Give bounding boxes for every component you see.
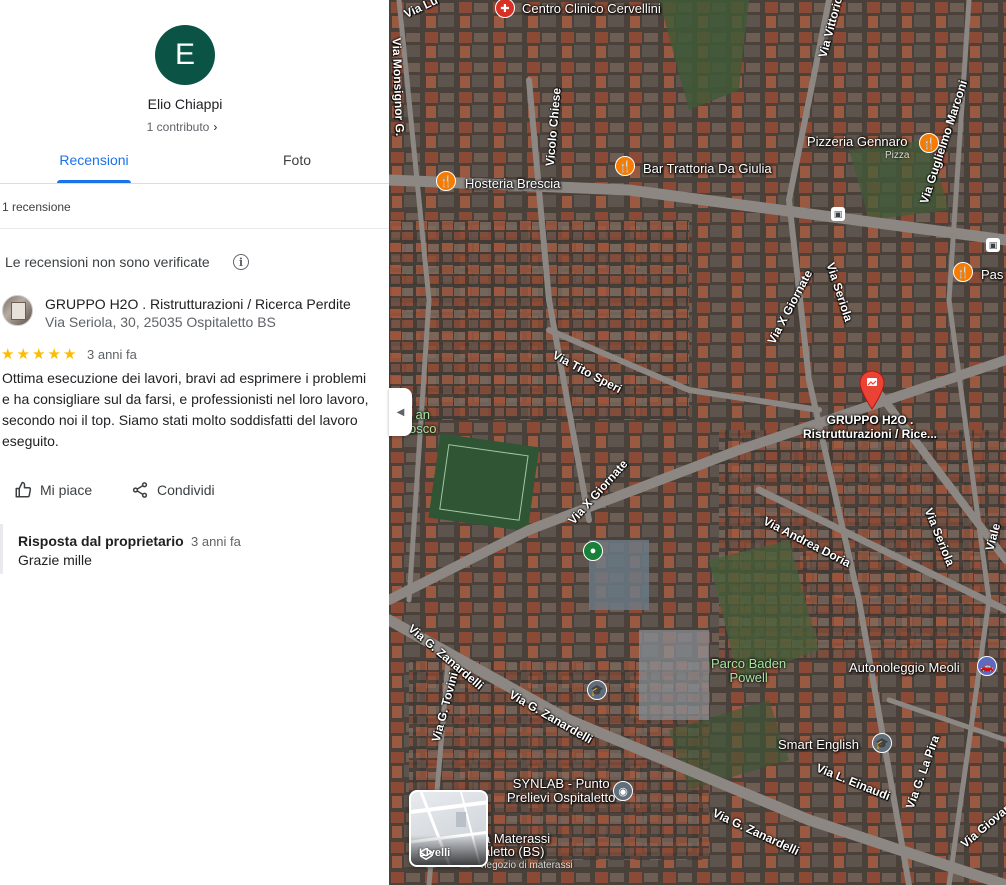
poi-label[interactable]: Hosteria Brescia: [465, 176, 560, 191]
selected-place-pin-icon[interactable]: [859, 370, 885, 410]
contributions-link[interactable]: 1 contributo ›: [0, 120, 364, 134]
star-icon: ★: [1, 346, 15, 363]
park-label-line: osco: [409, 421, 437, 436]
layers-icon: [419, 848, 433, 860]
star-icon: ★: [32, 346, 46, 363]
restaurant-marker[interactable]: 🍴: [615, 156, 635, 176]
park-label: an osco: [409, 408, 436, 436]
car-rental-marker[interactable]: 🚗: [977, 656, 997, 676]
share-label: Condividi: [157, 482, 215, 498]
poi-label-line: aletto (BS): [483, 844, 545, 859]
selected-place-label[interactable]: GRUPPO H2O . Ristrutturazioni / Rice...: [790, 413, 950, 441]
active-tab-indicator: [57, 180, 131, 183]
review-text: Ottima esecuzione dei lavori, bravi ad e…: [2, 370, 369, 449]
star-icon: ★: [16, 346, 30, 363]
park-label-line: Powell: [729, 670, 768, 685]
tab-reviews[interactable]: Recensioni: [57, 152, 131, 168]
chevron-left-icon: ◀: [396, 406, 405, 418]
like-button[interactable]: Mi piace: [14, 481, 92, 499]
poi-label[interactable]: Smart English: [778, 737, 859, 752]
bus-stop-icon[interactable]: ▣: [831, 207, 845, 221]
satellite-map: [389, 0, 1006, 885]
tab-photos[interactable]: Foto: [262, 152, 332, 168]
info-icon[interactable]: i: [233, 254, 249, 270]
place-marker[interactable]: ●: [583, 541, 603, 561]
restaurant-marker[interactable]: 🍴: [436, 171, 456, 191]
map-view[interactable]: Via Lu Via Monsignor G. Vicolo Chiese Vi…: [389, 0, 1006, 885]
divider: [0, 228, 389, 229]
poi-label[interactable]: Pizzeria Gennaro: [807, 134, 907, 149]
chevron-right-icon: ›: [213, 120, 218, 134]
place-thumbnail[interactable]: [2, 295, 33, 326]
poi-label[interactable]: Autonoleggio Meoli: [849, 660, 960, 675]
poi-category: negozio di materassi: [481, 860, 573, 871]
place-name[interactable]: GRUPPO H2O . Ristrutturazioni / Ricerca …: [45, 296, 351, 312]
restaurant-marker[interactable]: 🍴: [953, 262, 973, 282]
owner-reply-text: Grazie mille: [18, 552, 92, 568]
unverified-notice: Le recensioni non sono verificate: [5, 254, 210, 270]
poi-label[interactable]: Centro Clinico Cervellini: [522, 1, 661, 16]
poi-label[interactable]: Pas: [981, 267, 1003, 282]
poi-label-line: Prelievi Ospitaletto: [507, 790, 616, 805]
star-icon: ★: [47, 346, 61, 363]
bus-stop-icon[interactable]: ▣: [986, 238, 1000, 252]
poi-label[interactable]: Bar Trattoria Da Giulia: [643, 161, 772, 176]
owner-reply-title: Risposta dal proprietario: [18, 533, 184, 549]
review-count: 1 recensione: [2, 200, 71, 214]
contributions-count: 1 contributo: [146, 120, 210, 134]
review-age: 3 anni fa: [87, 347, 137, 362]
star-icon: ★: [63, 346, 77, 363]
user-name: Elio Chiappi: [147, 96, 223, 112]
lab-marker[interactable]: ◉: [613, 781, 633, 801]
share-button[interactable]: Condividi: [131, 481, 215, 499]
school-marker[interactable]: 🎓: [872, 733, 892, 753]
selected-place-label-line: Ristrutturazioni / Rice...: [802, 427, 937, 441]
star-rating: ★ ★ ★ ★ ★: [1, 345, 79, 363]
thumbs-up-icon: [15, 481, 32, 498]
selected-place-label-line: GRUPPO H2O .: [826, 413, 914, 427]
poi-category: Pizza: [885, 150, 910, 161]
place-address: Via Seriola, 30, 25035 Ospitaletto BS: [45, 314, 276, 330]
park-label[interactable]: Parco Baden Powell: [711, 657, 786, 685]
park-label-line: an: [415, 407, 430, 422]
restaurant-marker[interactable]: 🍴: [919, 133, 939, 153]
like-label: Mi piace: [40, 482, 93, 498]
poi-label-line: SYNLAB - Punto: [512, 776, 610, 791]
tab-bar: Recensioni Foto: [0, 140, 389, 184]
school-marker[interactable]: 🎓: [587, 680, 607, 700]
collapse-panel-button[interactable]: ◀: [389, 388, 412, 436]
share-icon: [132, 482, 148, 498]
poi-label[interactable]: SYNLAB - Punto Prelievi Ospitaletto: [507, 777, 615, 805]
side-panel: E Elio Chiappi 1 contributo › Recensioni …: [0, 0, 389, 885]
avatar[interactable]: E: [155, 25, 215, 85]
poi-label[interactable]: a Materassi aletto (BS): [483, 832, 550, 858]
layers-label: Livelli: [419, 847, 450, 860]
owner-reply-age: 3 anni fa: [191, 534, 241, 549]
park-label-line: Parco Baden: [711, 656, 787, 671]
layers-button[interactable]: Livelli: [409, 790, 488, 867]
